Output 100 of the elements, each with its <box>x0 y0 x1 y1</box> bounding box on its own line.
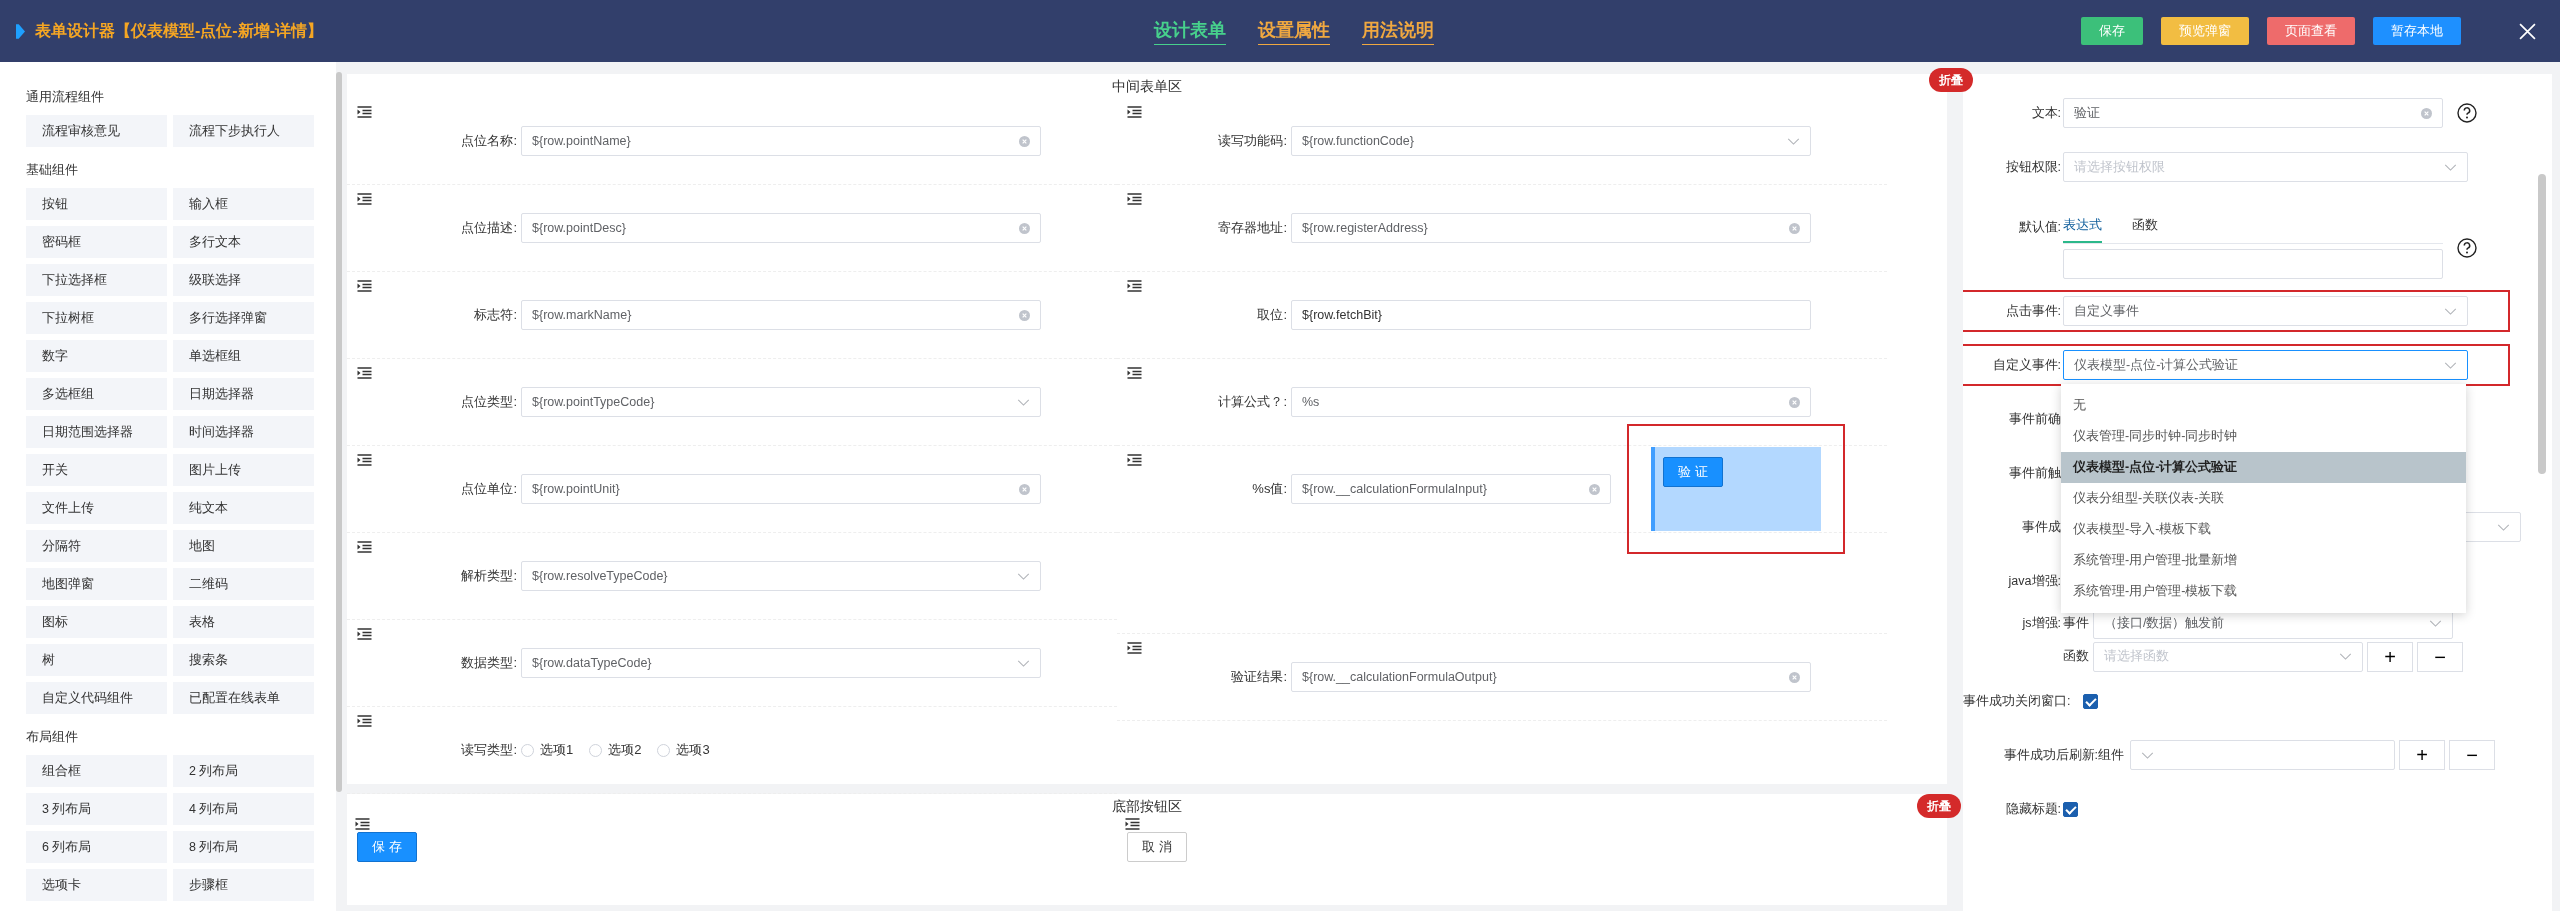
component-item[interactable]: 下拉树框 <box>26 302 167 334</box>
indent-icon[interactable] <box>357 280 372 292</box>
indent-icon[interactable] <box>1127 642 1142 654</box>
input-field[interactable]: 验证 <box>2063 98 2443 128</box>
component-item[interactable]: 表格 <box>173 606 314 638</box>
component-item[interactable]: 树 <box>26 644 167 676</box>
tab[interactable]: 函数 <box>2132 208 2158 243</box>
select-field[interactable]: ${row.dataTypeCode} <box>521 648 1041 678</box>
dropdown-option[interactable]: 无 <box>2061 390 2466 421</box>
component-item[interactable]: 级联选择 <box>173 264 314 296</box>
select-field[interactable]: ${row.pointTypeCode} <box>521 387 1041 417</box>
indent-icon[interactable] <box>355 818 370 830</box>
indent-icon[interactable] <box>357 193 372 205</box>
component-item[interactable]: 输入框 <box>173 188 314 220</box>
tab[interactable]: 表达式 <box>2063 208 2102 243</box>
component-item[interactable]: 地图弹窗 <box>26 568 167 600</box>
dropdown-option[interactable]: 系统管理-用户管理-模板下载 <box>2061 576 2466 607</box>
header-tab[interactable]: 设计表单 <box>1154 17 1226 45</box>
select-field[interactable]: ${row.functionCode} <box>1291 126 1811 156</box>
collapse-button[interactable]: 折叠 <box>1929 68 1973 92</box>
add-button[interactable]: + <box>2367 641 2413 672</box>
indent-icon[interactable] <box>1127 367 1142 379</box>
component-item[interactable]: 分隔符 <box>26 530 167 562</box>
field-label: 事件成功关闭窗口: <box>1963 692 2072 710</box>
component-item[interactable]: 自定义代码组件 <box>26 682 167 714</box>
add-button[interactable]: + <box>2399 740 2445 770</box>
indent-icon[interactable] <box>1127 280 1142 292</box>
indent-icon[interactable] <box>357 454 372 466</box>
select-field[interactable]: 自定义事件 <box>2063 296 2468 326</box>
indent-icon[interactable] <box>1127 193 1142 205</box>
cancel-button[interactable]: 取 消 <box>1127 832 1187 862</box>
select-field[interactable] <box>2130 740 2395 770</box>
component-item[interactable]: 8 列布局 <box>173 831 314 863</box>
input-field[interactable]: ${row.markName} <box>521 300 1041 330</box>
input-field[interactable]: ${row.pointDesc} <box>521 213 1041 243</box>
scrollbar[interactable] <box>2538 174 2546 474</box>
dropdown-option[interactable]: 仪表模型-点位-计算公式验证 <box>2061 452 2466 483</box>
collapse-button[interactable]: 折叠 <box>1917 794 1961 818</box>
header-tab[interactable]: 用法说明 <box>1362 17 1434 45</box>
component-item[interactable]: 开关 <box>26 454 167 486</box>
input-field[interactable]: ${row.pointUnit} <box>521 474 1041 504</box>
dropdown-option[interactable]: 系统管理-用户管理-批量新增 <box>2061 545 2466 576</box>
component-item[interactable]: 地图 <box>173 530 314 562</box>
component-item[interactable]: 搜索条 <box>173 644 314 676</box>
input-field[interactable]: ${row.__calculationFormulaOutput} <box>1291 662 1811 692</box>
indent-icon[interactable] <box>1125 818 1140 830</box>
indent-icon[interactable] <box>357 541 372 553</box>
input-field[interactable]: ${row.registerAddress} <box>1291 213 1811 243</box>
indent-icon[interactable] <box>1127 106 1142 118</box>
help-icon[interactable] <box>2457 103 2477 123</box>
dropdown-option[interactable]: 仪表管理-同步时钟-同步时钟 <box>2061 421 2466 452</box>
component-item[interactable]: 纯文本 <box>173 492 314 524</box>
indent-icon[interactable] <box>357 367 372 379</box>
component-item[interactable]: 多行选择弹窗 <box>173 302 314 334</box>
select-field[interactable]: ${row.resolveTypeCode} <box>521 561 1041 591</box>
field-label: 验证结果: <box>1230 668 1288 686</box>
component-item[interactable]: 组合框 <box>26 755 167 787</box>
component-item[interactable]: 日期选择器 <box>173 378 314 410</box>
component-item[interactable]: 多选框组 <box>26 378 167 410</box>
component-item[interactable]: 6 列布局 <box>26 831 167 863</box>
input-field[interactable]: ${row.pointName} <box>521 126 1041 156</box>
component-item[interactable]: 图标 <box>26 606 167 638</box>
input-field[interactable]: %s <box>1291 387 1811 417</box>
remove-button[interactable]: − <box>2449 740 2495 770</box>
component-item[interactable]: 数字 <box>26 340 167 372</box>
component-item[interactable]: 流程下步执行人 <box>173 115 314 147</box>
component-item[interactable]: 图片上传 <box>173 454 314 486</box>
header-tab[interactable]: 设置属性 <box>1258 17 1330 45</box>
indent-icon[interactable] <box>357 628 372 640</box>
component-item[interactable]: 下拉选择框 <box>26 264 167 296</box>
component-item[interactable]: 多行文本 <box>173 226 314 258</box>
component-item[interactable]: 流程审核意见 <box>26 115 167 147</box>
component-item[interactable]: 按钮 <box>26 188 167 220</box>
indent-icon[interactable] <box>357 106 372 118</box>
component-item[interactable]: 时间选择器 <box>173 416 314 448</box>
component-item[interactable]: 3 列布局 <box>26 793 167 825</box>
dropdown-option[interactable]: 仪表分组型-关联仪表-关联 <box>2061 483 2466 514</box>
remove-button[interactable]: − <box>2417 641 2463 672</box>
component-item[interactable]: 密码框 <box>26 226 167 258</box>
component-item[interactable]: 单选框组 <box>173 340 314 372</box>
help-icon[interactable] <box>2457 238 2477 258</box>
scrollbar[interactable] <box>336 72 342 792</box>
component-item[interactable]: 2 列布局 <box>173 755 314 787</box>
close-icon[interactable] <box>2519 22 2536 40</box>
select-field[interactable]: 仪表模型-点位-计算公式验证 <box>2063 350 2468 380</box>
checkbox[interactable] <box>2083 693 2098 709</box>
indent-icon[interactable] <box>1127 454 1142 466</box>
dropdown-option[interactable]: 仪表模型-导入-模板下载 <box>2061 514 2466 545</box>
checkbox[interactable] <box>2063 801 2078 817</box>
component-item[interactable]: 已配置在线表单 <box>173 682 314 714</box>
input-field[interactable] <box>2063 249 2443 279</box>
component-item[interactable]: 文件上传 <box>26 492 167 524</box>
input-field[interactable]: ${row.fetchBit} <box>1291 300 1811 330</box>
indent-icon[interactable] <box>357 715 372 727</box>
component-item[interactable]: 4 列布局 <box>173 793 314 825</box>
component-item[interactable]: 步骤框 <box>173 869 314 901</box>
component-item[interactable]: 选项卡 <box>26 869 167 901</box>
input-field[interactable]: ${row.__calculationFormulaInput} <box>1291 474 1611 504</box>
component-item[interactable]: 日期范围选择器 <box>26 416 167 448</box>
component-item[interactable]: 二维码 <box>173 568 314 600</box>
